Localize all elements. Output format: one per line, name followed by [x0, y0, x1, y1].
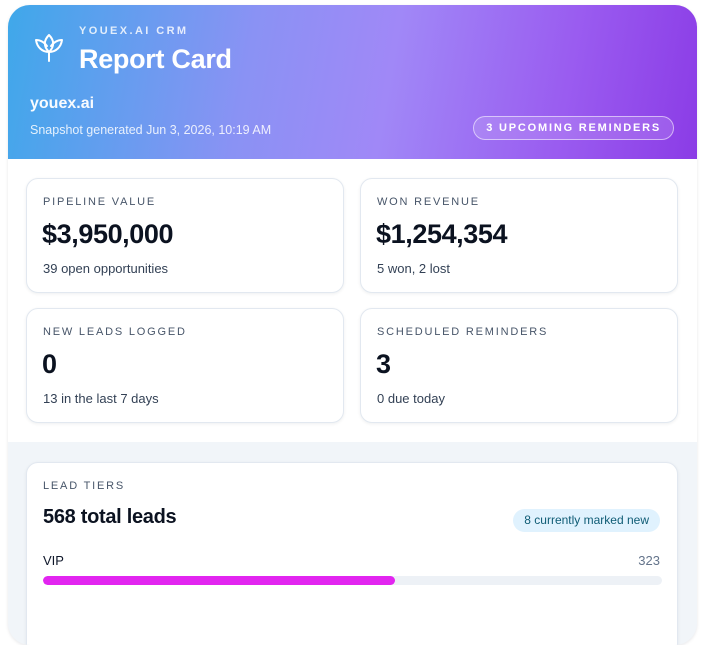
tier-progress-fill	[43, 576, 396, 585]
tier-count: 323	[638, 553, 660, 568]
stat-label: NEW LEADS LOGGED	[43, 326, 187, 338]
tulip-icon	[35, 34, 63, 62]
brand-eyebrow: YOUEX.AI CRM	[79, 25, 189, 37]
stat-value: 0	[42, 349, 57, 379]
stats-grid: PIPELINE VALUE $3,950,000 39 open opport…	[8, 159, 697, 442]
stat-label: WON REVENUE	[377, 196, 480, 208]
new-leads-badge: 8 currently marked new	[513, 509, 660, 532]
section-label: LEAD TIERS	[43, 480, 125, 492]
page-title: Report Card	[79, 44, 232, 74]
stat-subtext: 5 won, 2 lost	[377, 261, 450, 276]
org-name: youex.ai	[30, 95, 95, 112]
report-card: YOUEX.AI CRM Report Card youex.ai Snapsh…	[8, 5, 697, 645]
report-header: YOUEX.AI CRM Report Card youex.ai Snapsh…	[8, 5, 697, 159]
stat-label: PIPELINE VALUE	[43, 196, 157, 208]
tier-name: VIP	[43, 553, 64, 568]
stat-card-new-leads: NEW LEADS LOGGED 0 13 in the last 7 days	[26, 308, 344, 423]
lead-tiers-card: LEAD TIERS 568 total leads 8 currently m…	[26, 462, 678, 645]
stat-card-won-revenue: WON REVENUE $1,254,354 5 won, 2 lost	[360, 178, 678, 293]
stat-subtext: 13 in the last 7 days	[43, 391, 159, 406]
stat-value: $3,950,000	[42, 219, 174, 249]
stat-subtext: 39 open opportunities	[43, 261, 169, 276]
upcoming-reminders-badge[interactable]: 3 UPCOMING REMINDERS	[473, 116, 674, 140]
stat-value: $1,254,354	[376, 219, 508, 249]
stat-value: 3	[376, 349, 391, 379]
snapshot-timestamp: Snapshot generated Jun 3, 2026, 10:19 AM	[30, 123, 272, 137]
stat-card-scheduled-reminders: SCHEDULED REMINDERS 3 0 due today	[360, 308, 678, 423]
tier-progress-track	[43, 576, 662, 585]
total-leads: 568 total leads	[43, 506, 177, 528]
stat-subtext: 0 due today	[377, 391, 445, 406]
stat-label: SCHEDULED REMINDERS	[377, 326, 549, 338]
stat-card-pipeline-value: PIPELINE VALUE $3,950,000 39 open opport…	[26, 178, 344, 293]
